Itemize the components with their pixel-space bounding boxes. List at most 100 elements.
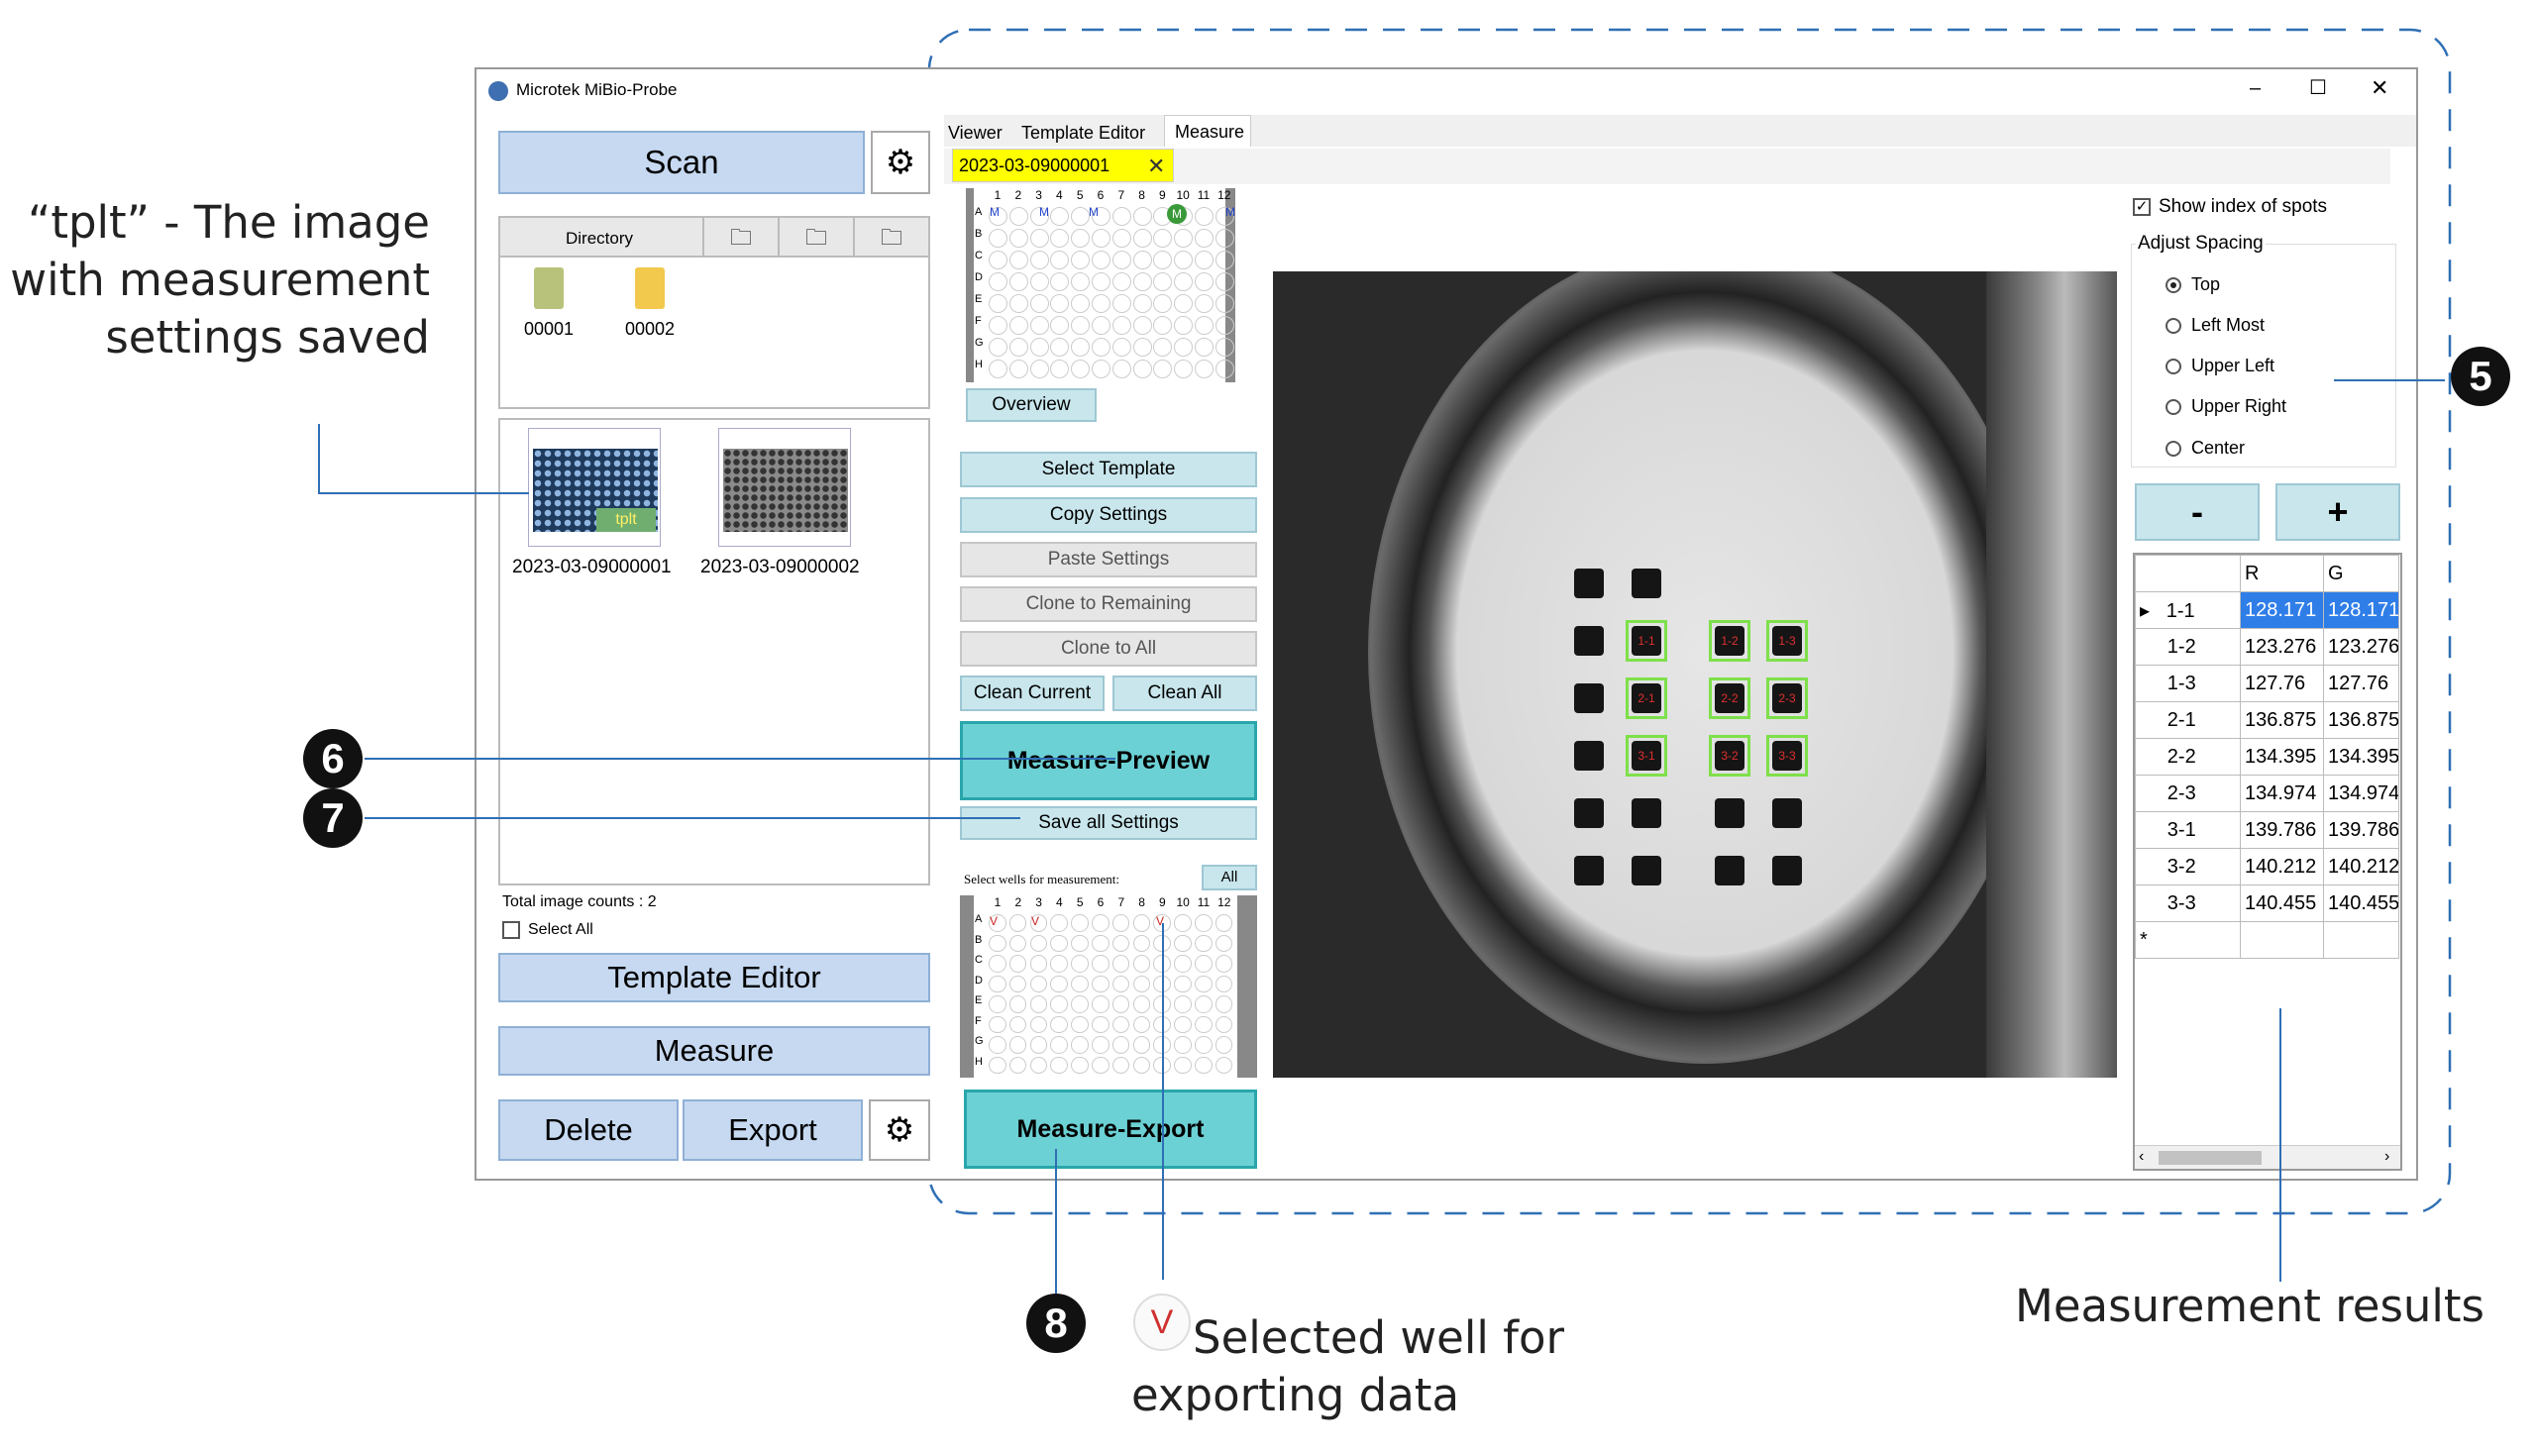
plate-well[interactable] (1132, 955, 1151, 973)
plate-well[interactable] (1008, 207, 1028, 226)
copy-settings-button[interactable]: Copy Settings (960, 497, 1257, 533)
plate-well[interactable] (1215, 316, 1234, 335)
plate-well[interactable] (1071, 316, 1091, 335)
plate-well[interactable] (1029, 272, 1049, 291)
plate-well[interactable] (1111, 251, 1131, 269)
clone-to-remaining-button[interactable]: Clone to Remaining (960, 586, 1257, 622)
plate-well[interactable] (1111, 934, 1130, 952)
plate-well[interactable] (1215, 955, 1233, 973)
plate-well[interactable] (989, 1036, 1006, 1054)
plate-well[interactable] (1071, 229, 1091, 248)
plate-well[interactable] (1071, 1036, 1089, 1054)
plate-well[interactable] (989, 1056, 1006, 1074)
clean-current-button[interactable]: Clean Current (960, 676, 1105, 711)
plate-well[interactable] (1174, 1056, 1192, 1074)
plate-well[interactable] (1195, 360, 1214, 378)
plate-well[interactable] (1195, 914, 1213, 932)
plate-well[interactable] (1092, 229, 1110, 248)
plate-well[interactable] (1195, 1036, 1213, 1054)
plate-well[interactable] (1132, 338, 1152, 357)
plate-well[interactable] (1153, 1056, 1171, 1074)
plate-well[interactable] (989, 338, 1007, 357)
plate-well[interactable] (1050, 934, 1068, 952)
plate-well[interactable] (1008, 955, 1027, 973)
plate-well[interactable] (1153, 251, 1173, 269)
plate-well[interactable] (1092, 272, 1110, 291)
plate-well[interactable] (989, 251, 1007, 269)
spot-measure-box[interactable]: 2-1 (1626, 677, 1667, 719)
plate-well[interactable] (1092, 975, 1110, 992)
plate-well[interactable] (1153, 272, 1173, 291)
new-row[interactable]: * (2135, 921, 2399, 959)
plate-well[interactable] (1050, 229, 1070, 248)
table-row[interactable]: 3-2 140.212 140.212 (2135, 848, 2399, 885)
plate-well[interactable] (1071, 1056, 1089, 1074)
plate-well[interactable] (1153, 338, 1173, 357)
plate-well[interactable] (1050, 338, 1070, 357)
plate-well[interactable] (1215, 272, 1234, 291)
option-upper-left[interactable]: Upper Left (2166, 356, 2274, 376)
table-row[interactable]: 2-1 136.875 136.875 (2135, 701, 2399, 739)
plate-well[interactable] (1153, 934, 1171, 952)
plate-well[interactable] (1092, 338, 1110, 357)
plate-well[interactable] (1008, 338, 1028, 357)
plate-well[interactable] (1008, 251, 1028, 269)
plate-well[interactable] (1050, 360, 1070, 378)
option-upper-right[interactable]: Upper Right (2166, 396, 2286, 417)
plate-well[interactable] (1132, 251, 1152, 269)
plate-well[interactable] (1215, 338, 1234, 357)
option-top[interactable]: Top (2166, 274, 2220, 295)
plate-well[interactable] (1174, 995, 1192, 1013)
plate-well[interactable] (989, 934, 1006, 952)
plate-well[interactable] (1111, 995, 1130, 1013)
plate-well[interactable] (1050, 1036, 1068, 1054)
plate-well[interactable] (1071, 934, 1089, 952)
plate-well[interactable] (1008, 229, 1028, 248)
plate-well[interactable] (1132, 1015, 1151, 1033)
plate-well[interactable] (1071, 995, 1089, 1013)
plate-well[interactable] (1215, 914, 1233, 932)
plate-well[interactable] (1132, 934, 1151, 952)
plate-map-top[interactable]: 1 2 3 4 5 6 7 8 9 10 11 12 ABCDEFGH M M M M M (966, 188, 1235, 382)
plate-well[interactable] (1153, 360, 1173, 378)
plate-well[interactable] (1008, 1056, 1027, 1074)
plate-well[interactable] (1153, 294, 1173, 313)
plate-well[interactable] (1195, 229, 1214, 248)
plate-well[interactable] (1071, 294, 1091, 313)
plate-well[interactable] (1111, 914, 1130, 932)
plate-well[interactable] (989, 995, 1006, 1013)
plate-well[interactable] (1215, 1015, 1233, 1033)
plate-well[interactable] (1174, 934, 1192, 952)
plate-well[interactable] (1174, 294, 1194, 313)
plate-well[interactable] (1215, 251, 1234, 269)
plate-well[interactable] (1132, 294, 1152, 313)
plate-well[interactable] (1008, 1036, 1027, 1054)
plate-well[interactable] (1029, 975, 1048, 992)
image-thumb-2[interactable] (718, 428, 851, 547)
plate-well[interactable] (1092, 934, 1110, 952)
plate-well[interactable] (1174, 338, 1194, 357)
spot-measure-box[interactable]: 1-2 (1709, 620, 1750, 662)
plate-well[interactable] (1071, 360, 1091, 378)
plate-well[interactable] (1153, 1036, 1171, 1054)
plate-well[interactable] (1071, 272, 1091, 291)
plate-well[interactable] (1050, 955, 1068, 973)
plate-well[interactable] (1195, 272, 1214, 291)
plate-well[interactable] (1132, 360, 1152, 378)
plate-well[interactable] (1050, 316, 1070, 335)
select-template-button[interactable]: Select Template (960, 452, 1257, 487)
plate-well[interactable] (1092, 955, 1110, 973)
plate-well[interactable] (1008, 294, 1028, 313)
clone-to-all-button[interactable]: Clone to All (960, 631, 1257, 667)
close-tab-icon[interactable]: ✕ (1147, 154, 1165, 179)
select-all-wells-button[interactable]: All (1202, 865, 1257, 890)
option-left-most[interactable]: Left Most (2166, 315, 2265, 336)
plate-well[interactable] (1215, 360, 1234, 378)
plate-well[interactable] (1008, 1015, 1027, 1033)
table-row[interactable]: 1-2 123.276 123.276 (2135, 628, 2399, 666)
plate-well[interactable] (1071, 338, 1091, 357)
measure-export-button[interactable]: Measure-Export (964, 1090, 1257, 1169)
plate-well[interactable] (1174, 360, 1194, 378)
spot-measure-box[interactable]: 2-3 (1766, 677, 1808, 719)
plate-well[interactable] (1008, 360, 1028, 378)
